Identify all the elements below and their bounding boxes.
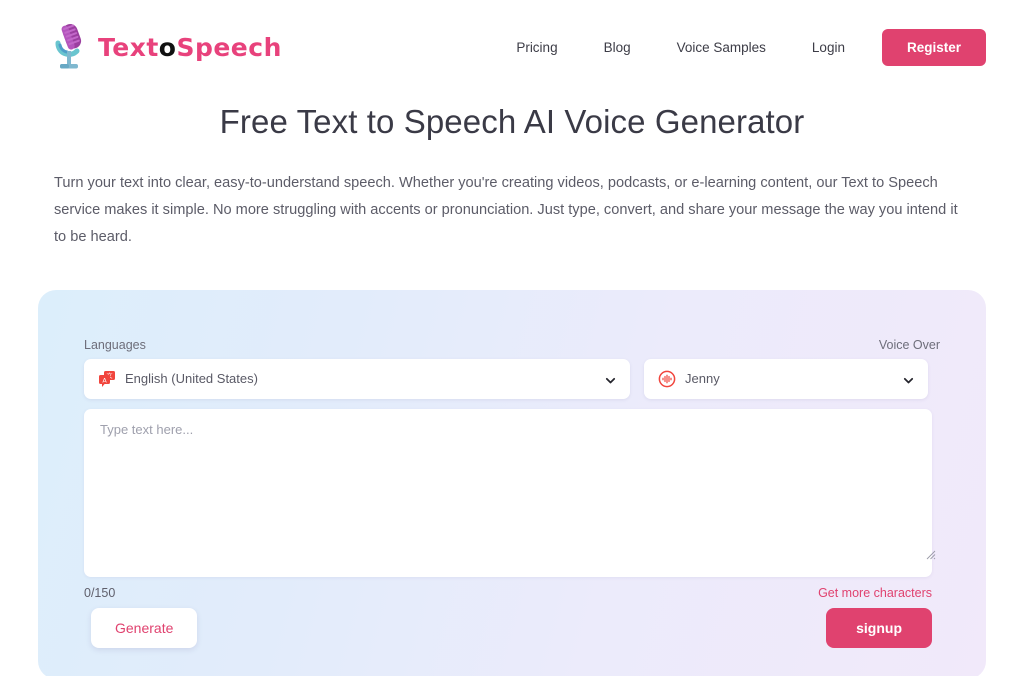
chevron-down-icon [903, 373, 914, 384]
tts-tool-card: Languages Voice Over 文 A English (United… [38, 289, 986, 676]
brand-logo[interactable]: TextoSpeech [52, 21, 282, 73]
character-count: 0/150 [84, 585, 116, 600]
brand-name-part2: Speech [176, 32, 282, 62]
voice-select[interactable]: Jenny [644, 358, 928, 399]
selectors-row: 文 A English (United States) [84, 358, 940, 399]
page-title: Free Text to Speech AI Voice Generator [219, 103, 805, 140]
nav-item-pricing[interactable]: Pricing [493, 40, 580, 55]
brand-name-mid: o [158, 32, 177, 62]
voice-selected-value: Jenny [685, 371, 720, 387]
meta-row: 0/150 Get more characters [84, 586, 932, 600]
generate-button[interactable]: Generate [91, 607, 198, 648]
hero-section: Free Text to Speech AI Voice Generator T… [0, 94, 1024, 251]
nav-item-voice-samples[interactable]: Voice Samples [654, 40, 789, 55]
get-more-characters-link[interactable]: Get more characters [818, 586, 932, 600]
language-selected-value: English (United States) [125, 371, 258, 387]
brand-name-part1: Text [98, 32, 159, 62]
site-header: TextoSpeech Pricing Blog Voice Samples L… [0, 0, 1024, 94]
nav-item-login[interactable]: Login [789, 40, 868, 55]
microphone-icon [52, 21, 92, 73]
language-select[interactable]: 文 A English (United States) [84, 358, 630, 399]
translate-icon: 文 A [98, 370, 116, 388]
svg-text:A: A [102, 376, 107, 384]
nav-item-blog[interactable]: Blog [581, 40, 654, 55]
chevron-down-icon [605, 373, 616, 384]
voice-over-label: Voice Over [878, 337, 940, 352]
actions-row: Generate signup [84, 607, 932, 648]
brand-name: TextoSpeech [98, 33, 282, 62]
register-button[interactable]: Register [881, 28, 986, 66]
audio-wave-icon [658, 370, 676, 388]
main-navigation: Pricing Blog Voice Samples Login Registe… [493, 28, 986, 66]
languages-label: Languages [84, 337, 146, 352]
hero-subtitle: Turn your text into clear, easy-to-under… [54, 174, 958, 245]
signup-button[interactable]: signup [826, 607, 932, 648]
text-input[interactable] [84, 408, 932, 577]
field-labels-row: Languages Voice Over [84, 338, 940, 352]
